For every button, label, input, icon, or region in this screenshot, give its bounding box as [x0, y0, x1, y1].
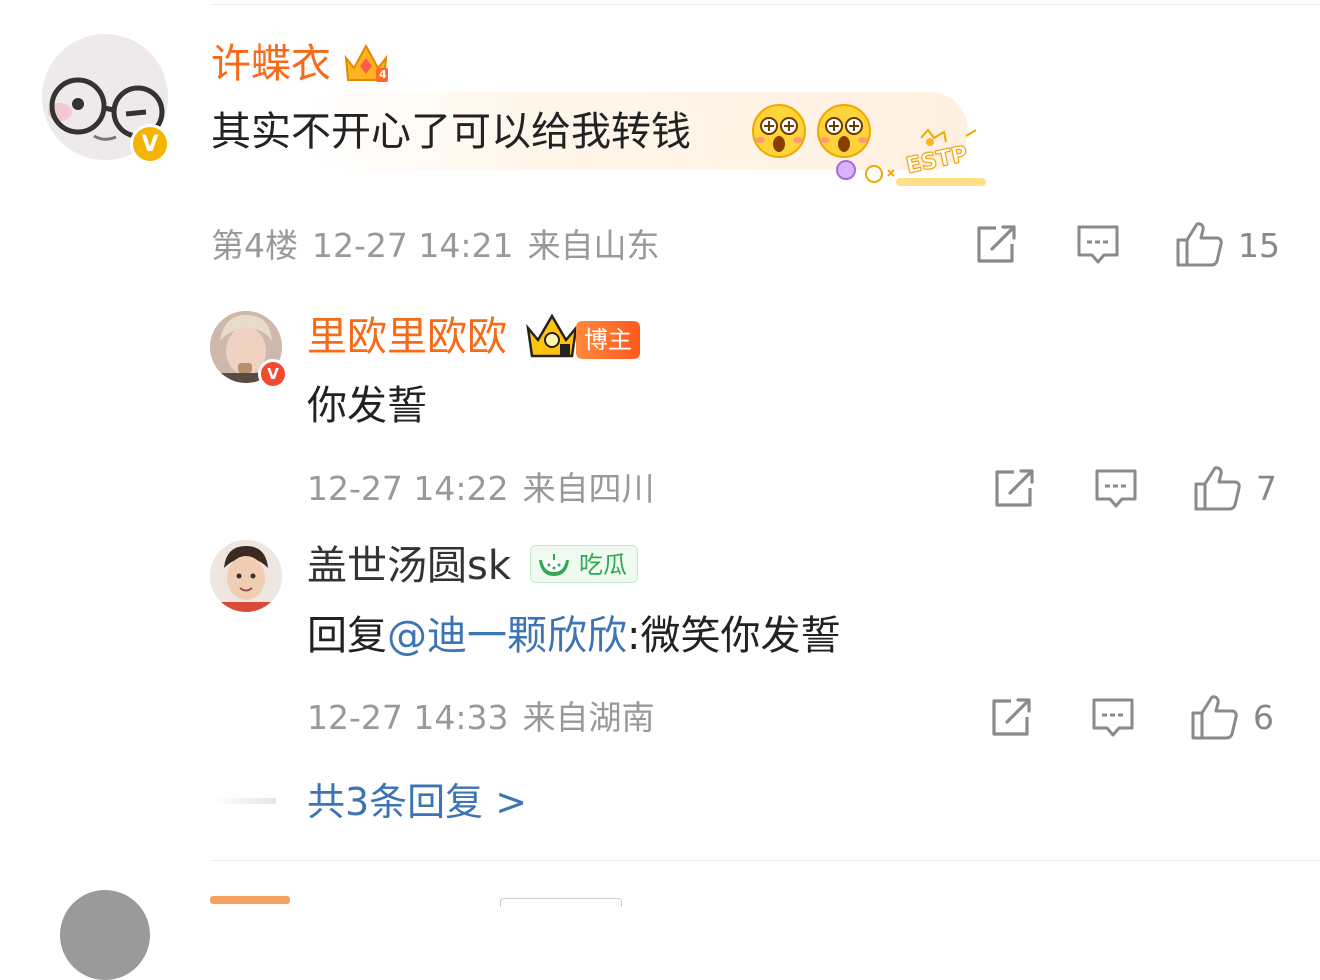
- next-comment-tag-peek: [500, 898, 622, 907]
- like-count: 6: [1253, 698, 1274, 737]
- comment-meta: 第4楼 12-27 14:21 来自山东: [211, 226, 673, 266]
- reply-comment-icon[interactable]: [1091, 697, 1135, 743]
- watermelon-icon: [537, 551, 571, 589]
- reply-time: 12-27 14:22: [307, 469, 509, 508]
- reply-location: 来自湖南: [522, 698, 655, 737]
- crown-level-badge-icon: 4: [342, 40, 390, 86]
- verified-gold-badge-icon: V: [130, 124, 170, 164]
- reply-meta: 12-27 14:33 来自湖南: [307, 698, 668, 738]
- verified-red-badge-icon: V: [258, 359, 288, 389]
- estp-sticker-decoration-icon: ESTP: [826, 126, 991, 192]
- comment-time: 12-27 14:21: [312, 226, 514, 265]
- blogger-tag: 博主: [576, 321, 640, 359]
- like-count: 15: [1238, 226, 1280, 265]
- like-thumb-icon[interactable]: [1193, 464, 1243, 516]
- melon-tag-label: 吃瓜: [579, 551, 627, 579]
- reply-meta: 12-27 14:22 来自四川: [307, 469, 668, 509]
- reply-username[interactable]: 盖世汤圆sk: [307, 542, 511, 590]
- comment-floor: 第4楼: [211, 226, 298, 265]
- reply-text: 你发誓: [307, 383, 427, 429]
- repost-icon[interactable]: [974, 224, 1018, 270]
- repost-icon[interactable]: [992, 468, 1036, 514]
- like-thumb-icon[interactable]: [1190, 693, 1240, 745]
- reply-username[interactable]: 里欧里欧欧: [307, 313, 507, 361]
- like-count: 7: [1256, 469, 1277, 508]
- more-replies-link[interactable]: 共3条回复 >: [307, 779, 527, 825]
- mention-link[interactable]: @迪一颗欣欣: [387, 613, 627, 659]
- commenter-username[interactable]: 许蝶衣: [211, 40, 331, 88]
- like-thumb-icon[interactable]: [1175, 220, 1225, 272]
- repost-icon[interactable]: [989, 697, 1033, 743]
- reply-suffix: :微笑你发誓: [627, 613, 841, 659]
- comment-location: 来自山东: [527, 226, 660, 265]
- star-eyes-emoji-icon: [750, 102, 808, 164]
- top-divider: [210, 4, 1320, 5]
- crown-badge-icon: [524, 313, 580, 364]
- reply-avatar[interactable]: [210, 540, 282, 612]
- reply-time: 12-27 14:33: [307, 698, 509, 737]
- crown-level-number: 4: [379, 68, 387, 81]
- next-comment-username-peek: [210, 896, 290, 904]
- melon-tag: 吃瓜: [530, 545, 638, 583]
- reply-text: 回复@迪一颗欣欣:微笑你发誓: [307, 610, 840, 662]
- reply-prefix: 回复: [307, 613, 387, 659]
- person-photo-icon: [210, 540, 282, 612]
- comment-text: 其实不开心了可以给我转钱: [211, 109, 691, 155]
- bottom-divider: [210, 860, 1320, 861]
- reply-location: 来自四川: [522, 469, 655, 508]
- reply-comment-icon[interactable]: [1076, 224, 1120, 270]
- reply-comment-icon[interactable]: [1094, 468, 1138, 514]
- faded-thread-line: [212, 798, 276, 804]
